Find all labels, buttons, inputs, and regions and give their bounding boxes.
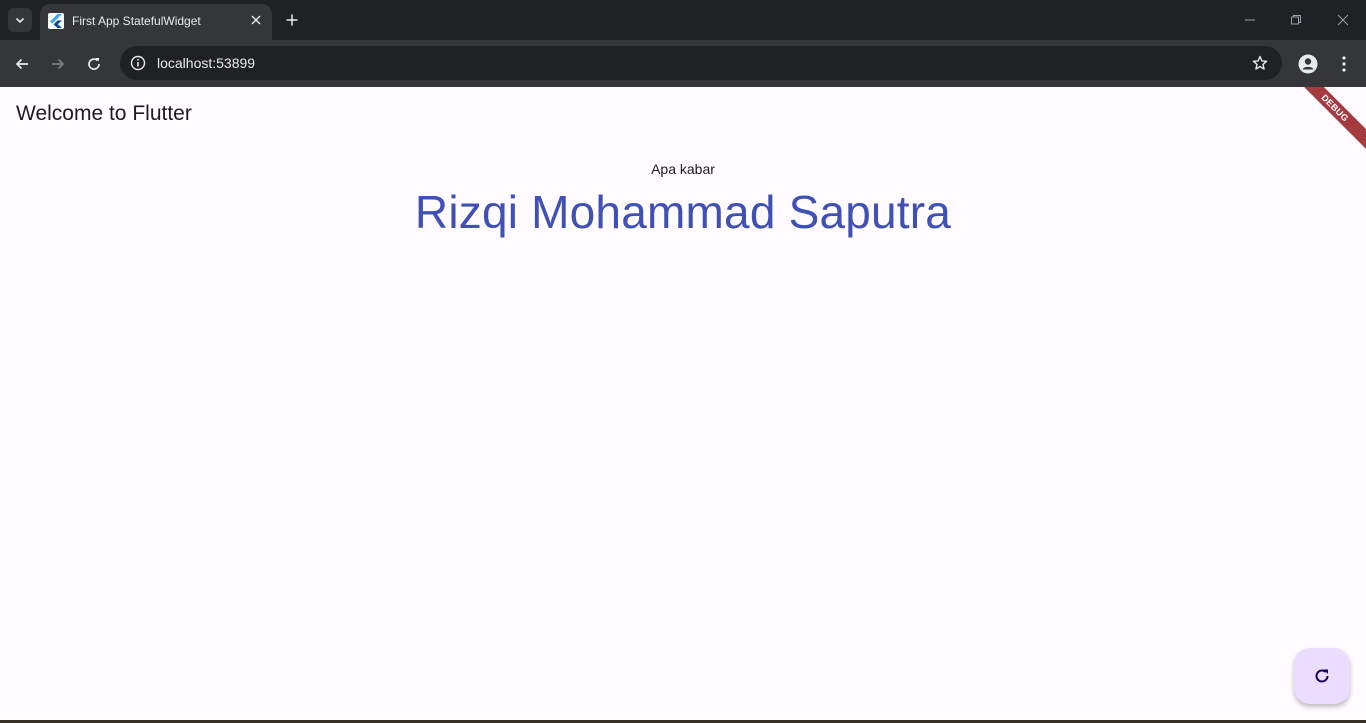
- window-close-button[interactable]: [1333, 10, 1353, 30]
- info-icon: [130, 55, 146, 71]
- minimize-button[interactable]: [1240, 10, 1260, 30]
- restore-button[interactable]: [1286, 10, 1306, 30]
- browser-window: First App StatefulWidget localhost:53899…: [0, 0, 1366, 723]
- profile-button[interactable]: [1296, 52, 1320, 76]
- refresh-icon: [1315, 669, 1329, 683]
- tab-search-button[interactable]: [8, 8, 32, 32]
- flutter-icon: [48, 13, 64, 29]
- star-icon: [1252, 55, 1268, 70]
- minimize-icon: [1245, 19, 1255, 21]
- greeting-text: Apa kabar: [651, 161, 715, 177]
- arrow-left-icon: [15, 58, 28, 70]
- arrow-right-icon: [52, 58, 65, 70]
- plus-icon: [286, 14, 298, 26]
- close-icon: [251, 15, 261, 25]
- site-info-button[interactable]: [128, 53, 148, 73]
- chevron-down-icon: [15, 17, 25, 24]
- bookmark-button[interactable]: [1250, 53, 1270, 73]
- close-icon: [1337, 14, 1349, 26]
- tab-strip: First App StatefulWidget: [0, 0, 1366, 40]
- reload-icon: [88, 58, 100, 70]
- tab-title: First App StatefulWidget: [72, 14, 201, 28]
- page-viewport: Welcome to Flutter Apa kabar Rizqi Moham…: [0, 87, 1366, 720]
- tab-close-button[interactable]: [248, 12, 264, 28]
- browser-toolbar: localhost:53899: [0, 40, 1366, 87]
- address-bar[interactable]: localhost:53899: [120, 46, 1282, 80]
- url-text: localhost:53899: [157, 55, 256, 71]
- browser-menu-button[interactable]: [1332, 52, 1356, 76]
- app-bar-title: Welcome to Flutter: [16, 102, 192, 125]
- debug-banner-label: DEBUG: [1319, 92, 1351, 124]
- restore-icon: [1291, 15, 1301, 25]
- new-tab-button[interactable]: [282, 10, 302, 30]
- active-tab[interactable]: First App StatefulWidget: [40, 4, 272, 40]
- back-button[interactable]: [10, 52, 34, 76]
- more-vertical-icon: [1342, 56, 1346, 72]
- profile-icon: [1298, 54, 1318, 74]
- name-text: Rizqi Mohammad Saputra: [414, 186, 952, 238]
- refresh-fab-button[interactable]: [1294, 648, 1350, 704]
- forward-button[interactable]: [46, 52, 70, 76]
- debug-banner: DEBUG: [1284, 87, 1366, 159]
- reload-button[interactable]: [82, 52, 106, 76]
